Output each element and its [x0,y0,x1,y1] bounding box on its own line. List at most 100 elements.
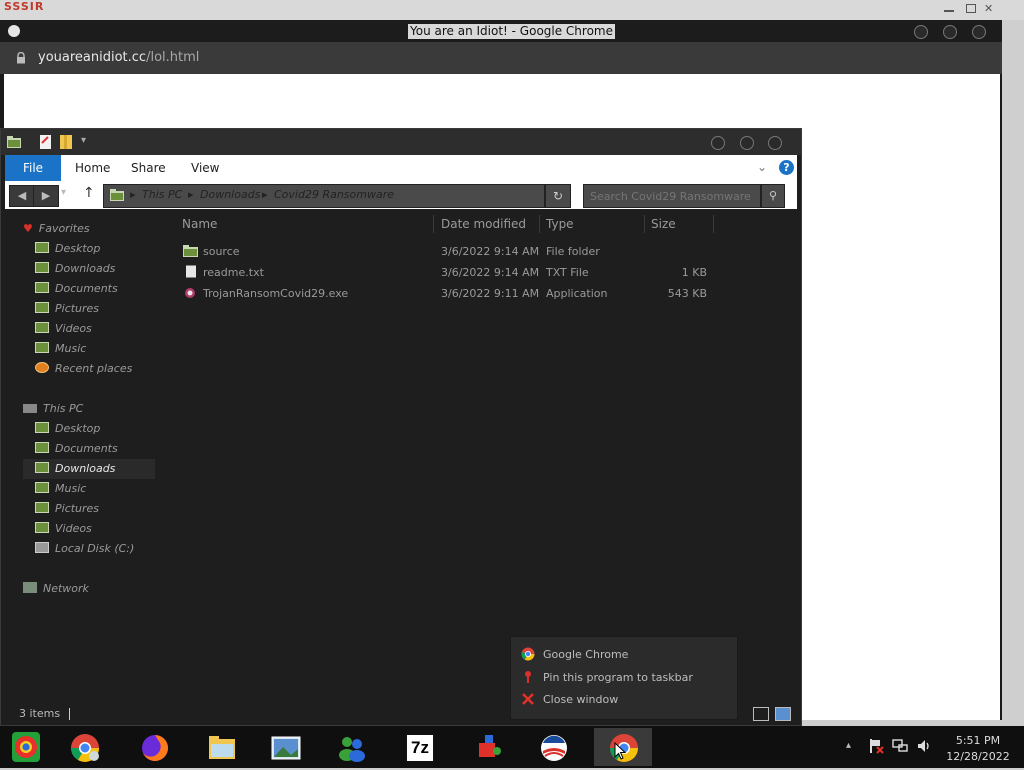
ribbon-expand-chevron-icon[interactable]: ⌄ [757,160,767,174]
address-bar[interactable]: youareanidiot.cc/lol.html [0,42,1002,74]
search-input[interactable] [588,187,760,205]
quick-access-dropdown-icon[interactable]: ▾ [81,135,86,146]
sidebar-item-pc-videos[interactable]: Videos [35,519,153,539]
sidebar-item-desktop[interactable]: Desktop [35,239,153,259]
sidebar-item-pc-pictures[interactable]: Pictures [35,499,153,519]
action-center-flag-icon[interactable] [868,738,884,754]
table-row[interactable]: readme.txt 3/6/2022 9:14 AM TXT File 1 K… [181,262,721,283]
item-count: 3 items [19,707,61,720]
background-window-title: SSSIR [4,0,45,13]
column-header-date[interactable]: Date modified [441,217,526,231]
column-header-size[interactable]: Size [651,217,676,231]
volume-icon[interactable] [916,738,932,754]
campaign-logo-icon [541,735,567,761]
sidebar-item-music[interactable]: Music [35,339,153,359]
folder-icon [35,262,49,273]
clock-date[interactable]: 12/28/2022 [940,750,1016,763]
sidebar-item-pc-downloads[interactable]: Downloads [23,459,155,479]
sidebar-network-header[interactable]: Network [23,579,153,599]
status-divider [69,708,70,720]
column-header-type[interactable]: Type [546,217,574,231]
bg-minimize-button[interactable] [940,4,958,14]
explorer-close-button[interactable] [768,136,782,150]
table-row[interactable]: source 3/6/2022 9:14 AM File folder [181,241,721,262]
search-box[interactable] [583,184,761,208]
chrome-titlebar: You are an Idiot! - Google Chrome [0,20,1002,42]
help-icon[interactable]: ? [779,160,794,175]
sidebar-thispc-header[interactable]: This PC [23,399,153,419]
start-button[interactable] [4,728,48,766]
breadcrumb[interactable]: ▸ This PC ▸ Downloads ▸ Covid29 Ransomwa… [103,184,545,208]
sidebar-item-local-disk[interactable]: Local Disk (C:) [35,539,153,559]
large-icons-view-icon[interactable] [775,707,791,721]
sidebar-item-pc-desktop[interactable]: Desktop [35,419,153,439]
search-icon[interactable]: ⚲ [761,184,785,208]
taskbar-photo-viewer[interactable] [256,728,316,766]
chrome-icon [521,647,535,661]
taskbar-messenger[interactable] [322,728,382,766]
clock-time[interactable]: 5:51 PM [940,734,1016,747]
7zip-icon: 7z [405,733,435,763]
sidebar-item-downloads[interactable]: Downloads [35,259,153,279]
column-divider[interactable] [539,215,540,233]
taskbar-file-explorer[interactable] [192,728,252,766]
drive-icon [35,542,49,553]
taskbar-paint-app[interactable] [458,728,518,766]
properties-icon[interactable] [39,134,53,150]
sidebar-item-documents[interactable]: Documents [35,279,153,299]
tab-file[interactable]: File [5,155,61,181]
tab-view[interactable]: View [191,155,219,181]
bg-close-button[interactable]: ✕ [984,3,1002,14]
breadcrumb-downloads[interactable]: Downloads [200,188,260,201]
url-host: youareanidiot.cc [38,50,147,65]
folder-icon [35,442,49,453]
url-text[interactable]: youareanidiot.cc/lol.html [38,50,199,65]
breadcrumb-sep-icon: ▸ [262,188,268,201]
column-divider[interactable] [433,215,434,233]
sidebar-item-recent-places[interactable]: Recent places [35,359,153,379]
taskbar-chrome-user[interactable] [55,728,115,766]
refresh-button[interactable]: ↻ [545,184,571,208]
tab-home[interactable]: Home [75,155,110,181]
taskbar-obama-app[interactable] [524,728,584,766]
explorer-maximize-button[interactable] [740,136,754,150]
file-date: 3/6/2022 9:11 AM [441,287,540,300]
network-tray-icon[interactable] [892,738,908,754]
taskbar-firefox[interactable] [125,728,185,766]
jumplist-google-chrome[interactable]: Google Chrome [521,645,628,665]
new-folder-icon[interactable] [59,134,73,150]
folder-icon [35,462,49,473]
file-type: Application [546,287,608,300]
up-arrow-icon[interactable]: ↑ [83,185,95,201]
taskbar-7zip[interactable]: 7z [390,728,450,766]
column-header-name[interactable]: Name [182,217,217,231]
network-icon [23,582,37,593]
sidebar-item-pc-music[interactable]: Music [35,479,153,499]
sidebar-item-videos[interactable]: Videos [35,319,153,339]
column-divider[interactable] [644,215,645,233]
chrome-window-title: You are an Idiot! - Google Chrome [408,24,615,39]
chrome-minimize-button[interactable] [914,25,928,39]
sidebar-favorites-header[interactable]: ♥ Favorites [23,219,153,239]
jumplist-pin-to-taskbar[interactable]: Pin this program to taskbar [521,668,693,688]
show-hidden-icons-chevron-icon[interactable]: ▴ [846,740,851,751]
sidebar-item-pictures[interactable]: Pictures [35,299,153,319]
chrome-maximize-button[interactable] [943,25,957,39]
table-row[interactable]: TrojanRansomCovid29.exe 3/6/2022 9:11 AM… [181,283,721,304]
breadcrumb-current[interactable]: Covid29 Ransomware [274,188,394,201]
window-menu-icon[interactable] [8,25,20,37]
column-divider[interactable] [713,215,714,233]
breadcrumb-this-pc[interactable]: This PC [142,188,182,201]
sidebar-item-pc-documents[interactable]: Documents [35,439,153,459]
forward-button[interactable]: ▶ [33,185,59,207]
chrome-close-button[interactable] [972,25,986,39]
bg-maximize-button[interactable] [962,4,980,14]
explorer-minimize-button[interactable] [711,136,725,150]
details-view-icon[interactable] [753,707,769,721]
paint-icon [479,735,501,757]
jumplist-close-window[interactable]: Close window [521,690,618,710]
back-button[interactable]: ◀ [9,185,35,207]
file-list: source 3/6/2022 9:14 AM File folder read… [181,241,721,304]
recent-locations-icon[interactable]: ▾ [61,187,66,198]
tab-share[interactable]: Share [131,155,166,181]
